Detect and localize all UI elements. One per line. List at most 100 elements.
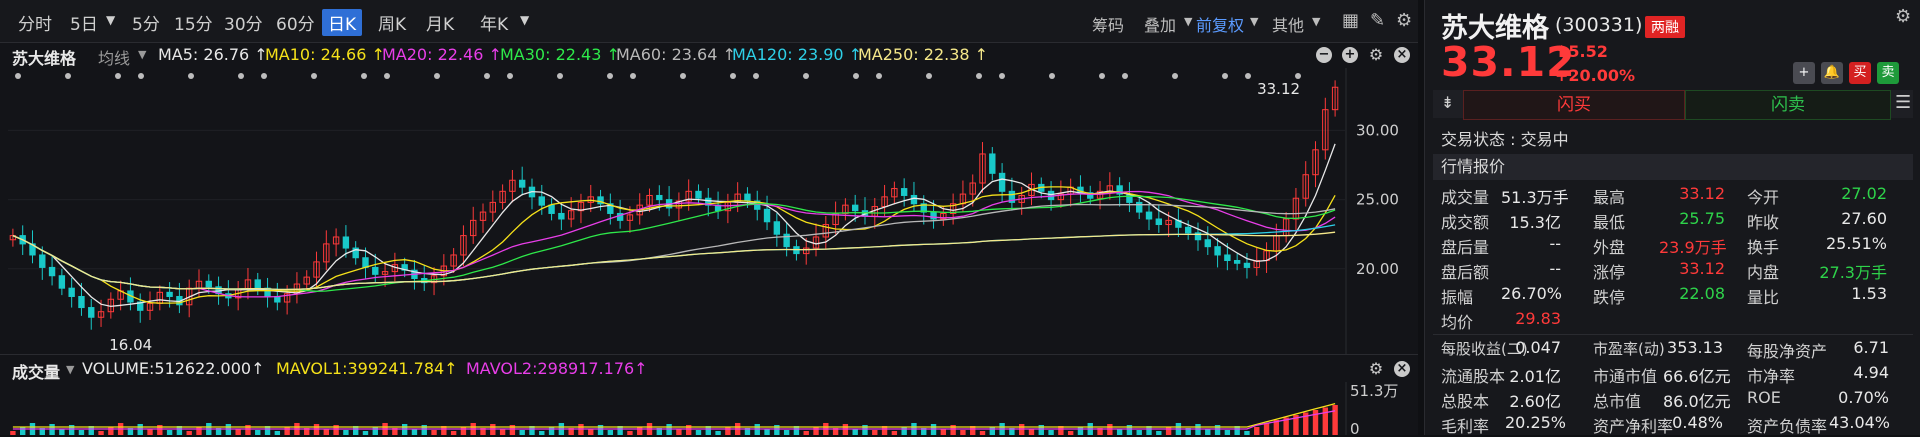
stock-code: (300331) [1555,14,1643,36]
zoom-out-icon[interactable]: − [1316,47,1332,63]
bell-icon[interactable]: 🔔 [1821,62,1843,84]
quote-label: 盘后量 [1441,238,1490,257]
close-icon[interactable]: × [1394,361,1410,377]
quote-label: 换手 [1747,238,1780,257]
fin-value: 2.60亿 [1509,392,1561,411]
pen-icon[interactable]: ✎ [1370,10,1385,31]
candle-body [851,204,859,212]
event-dot [803,73,809,79]
candle-body [362,257,369,268]
volume-bar [196,427,202,435]
volume-legend: 成交量 ▼ VOLUME:512622.000↑ MAVOL1:399241.78… [0,354,1418,383]
event-dot [730,73,736,79]
quote-value: 33.12 [1679,184,1725,203]
gear-icon[interactable]: ⚙ [1895,6,1911,27]
chips-button[interactable]: 筹码 [1092,12,1124,36]
tab-monthly-k[interactable]: 月K [426,10,454,35]
gear-icon[interactable]: ⚙ [1368,47,1384,63]
volume-bar [627,431,633,435]
event-dot [238,73,244,79]
quote-label: 内盘 [1747,263,1780,282]
fin-label: 市盈率(动) [1593,340,1665,358]
close-icon[interactable]: × [1394,47,1410,63]
quote-label: 外盘 [1593,238,1626,257]
grid-icon[interactable]: ▦ [1342,10,1359,31]
price-change-value: 5.52 [1568,42,1608,61]
collapse-icon[interactable]: ⇟ [1441,93,1454,112]
gear-icon[interactable]: ⚙ [1396,10,1412,31]
candle-body [1155,218,1163,226]
event-dot [484,73,490,79]
buy-button[interactable]: 买 [1849,62,1871,84]
chevron-down-icon[interactable]: ▼ [1184,15,1192,28]
menu-icon[interactable]: ☰ [1895,92,1911,113]
candle-body [68,287,75,297]
quote-value: -- [1549,234,1561,253]
volume-bar [343,430,349,435]
candle-body [763,208,771,223]
volume-bar [852,429,858,435]
chevron-down-icon[interactable]: ▼ [1250,15,1258,28]
quote-value: 25.75 [1679,209,1725,228]
gear-icon[interactable]: ⚙ [1368,361,1384,377]
tab-intraday[interactable]: 分时 [18,10,52,35]
ma-stock-name: 苏大维格 [12,49,77,68]
flash-sell-button[interactable]: 闪卖 [1685,90,1891,120]
tab-5min[interactable]: 5分 [132,10,160,35]
candle-body [48,266,56,277]
zoom-in-icon[interactable]: + [1342,47,1358,63]
candlestick-chart[interactable]: 30.00 25.00 20.00 33.12 16.04 [0,68,1418,354]
tab-daily-k[interactable]: 日K [322,9,363,36]
chevron-down-icon[interactable]: ▼ [106,13,115,27]
add-icon[interactable]: + [1793,62,1815,84]
volume-bar [588,429,594,435]
candle-body [205,280,212,288]
chevron-down-icon[interactable]: ▼ [1312,15,1320,28]
fin-value: 0.047 [1515,338,1561,357]
volume-chart[interactable]: 51.3万 0 [0,382,1418,435]
volume-bar [1136,430,1142,435]
event-dot [434,73,440,79]
ma-type-select[interactable]: 均线 [98,45,130,69]
volume-bar [872,430,878,435]
quote-label: 跌停 [1593,288,1626,307]
candle-body [773,221,781,235]
chevron-down-icon[interactable]: ▼ [66,363,74,376]
price-change-pct: +20.00% [1555,66,1636,85]
quote-label: 昨收 [1747,213,1780,232]
other-button[interactable]: 其他 [1272,12,1304,36]
tab-60min[interactable]: 60分 [276,10,315,35]
tab-30min[interactable]: 30分 [224,10,263,35]
volume-bar [695,430,702,435]
volume-bar [1165,427,1172,435]
adjust-forward-button[interactable]: 前复权 [1196,12,1244,36]
candle-body [1233,260,1241,264]
tab-5day[interactable]: 5日 [70,10,98,35]
chevron-down-icon[interactable]: ▼ [138,48,146,61]
tab-15min[interactable]: 15分 [174,10,213,35]
tab-weekly-k[interactable]: 周K [378,10,406,35]
high-price-label: 33.12 [1257,80,1300,98]
volume-bar [19,427,26,435]
quote-value: -- [1549,259,1561,278]
volume-bar [979,431,986,435]
volume-bar [637,427,643,435]
ma30-label: MA30: 22.43 ↑ [500,45,620,64]
flash-buy-button[interactable]: 闪买 [1463,90,1685,120]
fin-label: ROE [1747,388,1781,407]
event-dot [1049,73,1055,79]
event-dot [1245,73,1251,79]
overlay-button[interactable]: 叠加 [1144,12,1176,36]
chevron-down-icon[interactable]: ▼ [520,13,529,27]
fin-label: 市净率 [1747,367,1796,386]
volume-title: 成交量 [12,363,61,382]
candle-body [1214,246,1221,256]
event-dot [926,73,932,79]
volume-max-label: 51.3万 [1350,382,1398,400]
tab-yearly-k[interactable]: 年K [480,10,508,35]
fin-value: 2.01亿 [1509,367,1561,386]
volume-bar [274,431,281,435]
chart-panel: 分时 5日 ▼ 5分 15分 30分 60分 日K 周K 月K 年K ▼ 筹码 叠加… [0,0,1418,435]
sell-button[interactable]: 卖 [1877,62,1899,84]
candle-body [1224,254,1231,262]
